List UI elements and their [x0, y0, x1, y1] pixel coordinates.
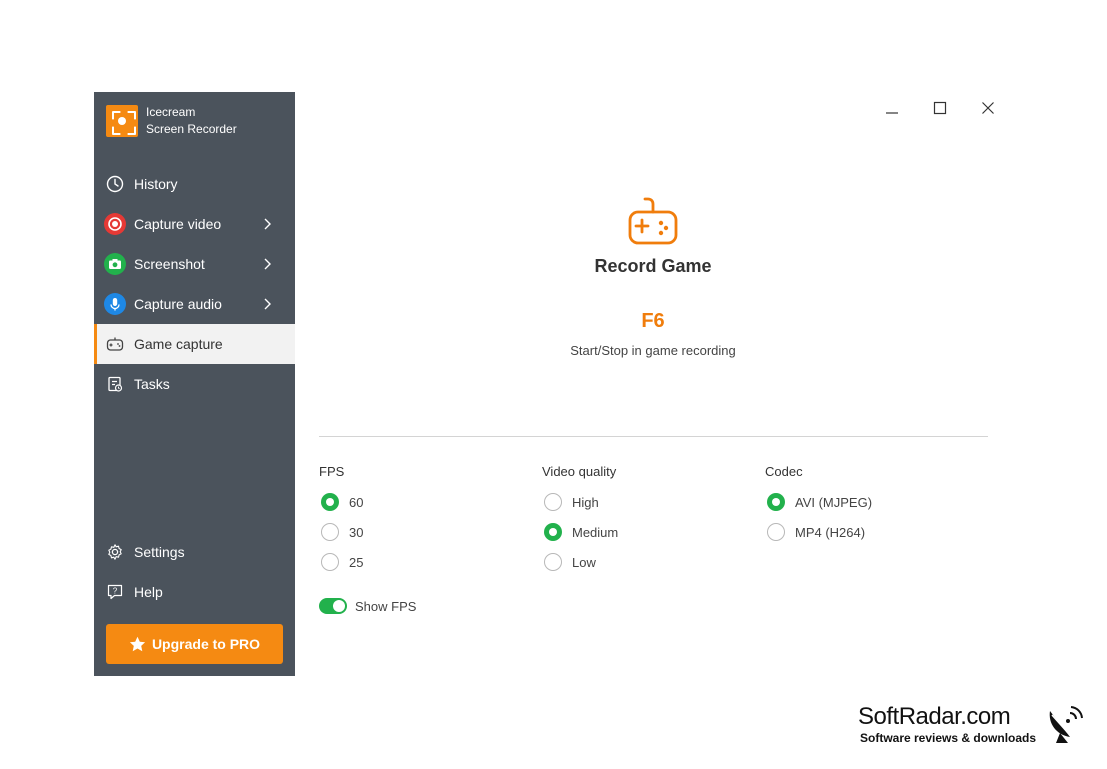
- upgrade-label: Upgrade to PRO: [151, 636, 261, 652]
- camera-icon: [104, 253, 126, 275]
- codec-option-avi[interactable]: AVI (MJPEG): [765, 487, 872, 517]
- record-icon: [104, 213, 126, 235]
- sidebar-item-capture-video[interactable]: Capture video: [94, 204, 295, 244]
- watermark-subtitle: Software reviews & downloads: [860, 731, 1037, 745]
- radio-button[interactable]: [767, 493, 785, 511]
- option-label: 25: [349, 554, 364, 570]
- clock-icon: [104, 173, 126, 195]
- sidebar-nav: History Capture video Screenshot Capture…: [94, 164, 295, 404]
- codec-option-mp4[interactable]: MP4 (H264): [765, 517, 872, 547]
- option-label: AVI (MJPEG): [795, 494, 873, 510]
- fps-group: FPS 60 30 25: [319, 464, 363, 577]
- quality-option-low[interactable]: Low: [542, 547, 618, 577]
- hotkey-label: F6: [641, 310, 665, 332]
- radio-button[interactable]: [544, 553, 562, 571]
- sidebar-item-label: Settings: [134, 544, 185, 560]
- app-window: Icecream Screen Recorder History Capture…: [94, 92, 1000, 676]
- page-title: Record Game: [594, 256, 712, 276]
- watermark-title: SoftRadar.com: [858, 703, 1011, 730]
- watermark: SoftRadar.com Software reviews & downloa…: [858, 703, 1098, 753]
- upgrade-button[interactable]: Upgrade to PRO: [106, 624, 283, 664]
- sidebar-item-screenshot[interactable]: Screenshot: [94, 244, 295, 284]
- sidebar-item-help[interactable]: ? Help: [94, 572, 295, 612]
- sidebar-item-settings[interactable]: Settings: [94, 532, 295, 572]
- radio-button[interactable]: [767, 523, 785, 541]
- radio-button[interactable]: [321, 493, 339, 511]
- fps-option-25[interactable]: 25: [319, 547, 363, 577]
- sidebar-item-capture-audio[interactable]: Capture audio: [94, 284, 295, 324]
- tasks-icon: [104, 373, 126, 395]
- radio-button[interactable]: [544, 523, 562, 541]
- app-name-line1: Icecream: [146, 105, 196, 119]
- option-label: MP4 (H264): [795, 524, 866, 540]
- fps-option-60[interactable]: 60: [319, 487, 363, 517]
- option-label: 30: [349, 524, 364, 540]
- show-fps-toggle[interactable]: [319, 598, 347, 614]
- sidebar-item-game-capture[interactable]: Game capture: [94, 324, 295, 364]
- radio-button[interactable]: [544, 493, 562, 511]
- app-name: Icecream Screen Recorder: [146, 104, 237, 138]
- svg-text:?: ?: [113, 587, 118, 596]
- video-quality-label: Video quality: [542, 464, 617, 479]
- gamepad-icon: [628, 197, 678, 245]
- chevron-right-icon: [264, 258, 271, 270]
- gamepad-icon: [104, 333, 126, 355]
- microphone-icon: [104, 293, 126, 315]
- star-icon: [129, 636, 146, 652]
- show-fps-label: Show FPS: [355, 598, 417, 614]
- option-label: Low: [572, 554, 596, 570]
- sidebar-item-tasks[interactable]: Tasks: [94, 364, 295, 404]
- hero-section: Record Game F6 Start/Stop in game record…: [295, 92, 1011, 372]
- sidebar: Icecream Screen Recorder History Capture…: [94, 92, 295, 676]
- chevron-right-icon: [264, 218, 271, 230]
- sidebar-bottom-nav: Settings ? Help: [94, 532, 295, 612]
- satellite-dish-icon: [1049, 706, 1083, 743]
- app-name-line2: Screen Recorder: [146, 122, 237, 136]
- help-icon: ?: [104, 581, 126, 603]
- sidebar-item-label: Capture audio: [134, 296, 222, 312]
- quality-option-medium[interactable]: Medium: [542, 517, 618, 547]
- option-label: High: [572, 494, 599, 510]
- app-brand: Icecream Screen Recorder: [106, 104, 237, 138]
- sidebar-item-history[interactable]: History: [94, 164, 295, 204]
- codec-group: Codec AVI (MJPEG) MP4 (H264): [765, 464, 872, 547]
- fps-option-30[interactable]: 30: [319, 517, 363, 547]
- option-label: Medium: [572, 524, 619, 540]
- sidebar-item-label: Help: [134, 584, 163, 600]
- option-label: 60: [349, 494, 364, 510]
- chevron-right-icon: [264, 298, 271, 310]
- gear-icon: [104, 541, 126, 563]
- sidebar-item-label: Screenshot: [134, 256, 205, 272]
- sidebar-item-label: History: [134, 176, 178, 192]
- radio-button[interactable]: [321, 553, 339, 571]
- quality-option-high[interactable]: High: [542, 487, 618, 517]
- app-logo-icon: [106, 105, 138, 137]
- sidebar-item-label: Tasks: [134, 376, 170, 392]
- sidebar-item-label: Game capture: [134, 336, 223, 352]
- codec-label: Codec: [765, 464, 803, 479]
- video-quality-group: Video quality High Medium Low: [542, 464, 618, 577]
- fps-label: FPS: [319, 464, 345, 479]
- divider: [319, 436, 988, 437]
- radio-button[interactable]: [321, 523, 339, 541]
- show-fps-row: Show FPS: [319, 598, 416, 614]
- sidebar-item-label: Capture video: [134, 216, 222, 232]
- hotkey-description: Start/Stop in game recording: [570, 343, 736, 358]
